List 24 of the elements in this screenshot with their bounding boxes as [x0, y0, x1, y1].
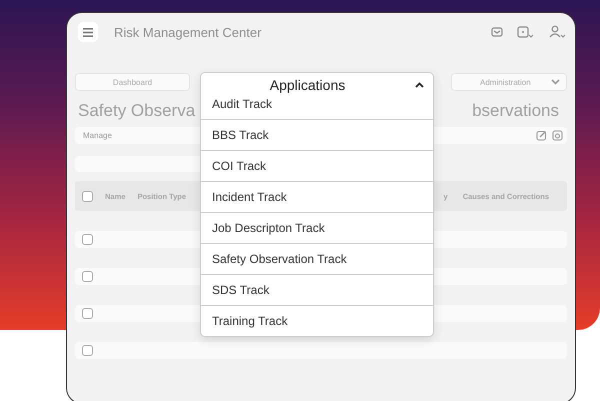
edit-icon[interactable]	[536, 130, 547, 141]
menu-item[interactable]: SDS Track	[201, 274, 433, 305]
menu-item[interactable]: Safety Observation Track	[201, 243, 433, 274]
checkbox[interactable]	[82, 345, 93, 356]
checkbox[interactable]	[82, 190, 93, 202]
checkbox[interactable]	[82, 308, 93, 319]
user-icon[interactable]	[549, 25, 567, 39]
checkbox[interactable]	[82, 234, 93, 245]
window-title: Risk Management Center	[114, 24, 262, 40]
menu-item[interactable]: Training Track	[201, 305, 433, 336]
page-heading: Safety Observa	[78, 101, 196, 121]
dropdown-header[interactable]: Applications	[201, 73, 433, 97]
menu-item[interactable]: Incident Track	[201, 181, 433, 212]
checkbox[interactable]	[82, 271, 93, 282]
camera-icon[interactable]	[552, 130, 563, 141]
menu-item[interactable]: COI Track	[201, 150, 433, 181]
menu-item[interactable]: Audit Track	[201, 97, 433, 119]
manage-label: Manage	[83, 131, 112, 140]
menu-icon[interactable]	[78, 22, 98, 42]
menu-item[interactable]: Job Descripton Track	[201, 212, 433, 243]
chevron-icon	[551, 79, 560, 85]
menu-item[interactable]: BBS Track	[201, 119, 433, 150]
mail-icon[interactable]	[491, 26, 503, 38]
page-heading: bservations	[472, 101, 559, 121]
